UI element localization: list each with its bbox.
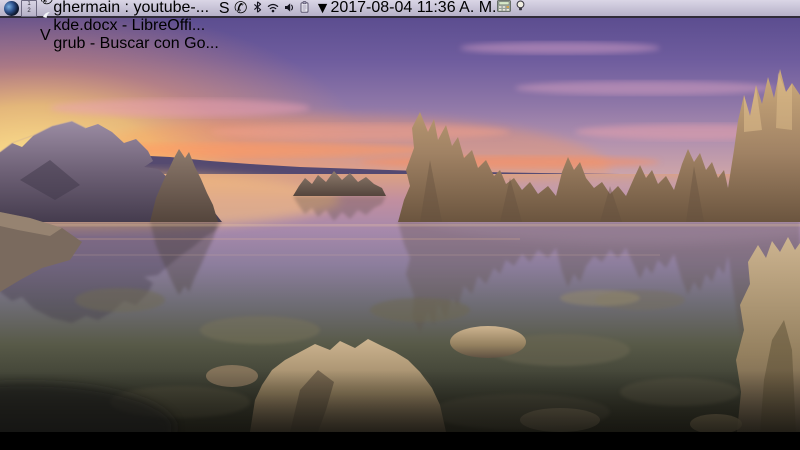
bluetooth-icon[interactable] <box>252 0 267 17</box>
digital-clock[interactable]: 2017-08-04 11:36 A. M. <box>330 0 496 17</box>
system-tray: S ✆ ▼ <box>219 0 331 18</box>
lightbulb-icon[interactable] <box>515 0 526 16</box>
top-panel: 1 2 S ✆ V Descargas — Dolphin Sin título… <box>0 0 800 52</box>
wifi-icon[interactable] <box>267 0 283 17</box>
taskbar-button-browser[interactable]: grub - Buscar con Go... <box>53 35 218 53</box>
task-manager: Descargas — Dolphin Sin título * — Kate … <box>53 0 218 53</box>
viber-icon[interactable]: ✆ <box>40 0 53 9</box>
calculator-icon[interactable] <box>496 0 515 16</box>
app-launcher-button[interactable] <box>4 0 19 16</box>
virtual-desktop-pager: 1 2 <box>21 0 37 17</box>
task-label: kde.docx - LibreOffi... <box>53 17 206 34</box>
clock-date: 2017-08-04 <box>330 0 413 16</box>
wallpaper-scene <box>0 0 800 450</box>
thunderbird-wing <box>43 12 50 18</box>
desktop-wallpaper <box>0 0 800 450</box>
clock-time: 11:36 A. M. <box>416 0 497 16</box>
volume-icon[interactable] <box>284 0 299 17</box>
vivaldi-icon[interactable]: V <box>40 27 53 45</box>
tray-expander-icon[interactable]: ▼ <box>315 0 331 17</box>
clipboard-icon[interactable] <box>299 0 314 17</box>
pager-desktop-2[interactable]: 2 <box>22 8 36 16</box>
taskbar-button-konsole[interactable]: ghermain : youtube-... <box>53 0 218 17</box>
task-label: grub - Buscar con Go... <box>53 35 219 52</box>
thunderbird-icon[interactable] <box>40 9 53 27</box>
panel-extras <box>496 0 526 17</box>
viber-tray-icon[interactable]: ✆ <box>234 0 247 17</box>
pager-desktop-1[interactable]: 1 <box>22 1 36 9</box>
skype-tray-icon[interactable]: S <box>219 0 230 17</box>
quick-launch-area: S ✆ V <box>40 0 53 45</box>
task-label: ghermain : youtube-... <box>53 0 210 16</box>
taskbar-button-libreoffice[interactable]: kde.docx - LibreOffi... <box>53 17 218 35</box>
